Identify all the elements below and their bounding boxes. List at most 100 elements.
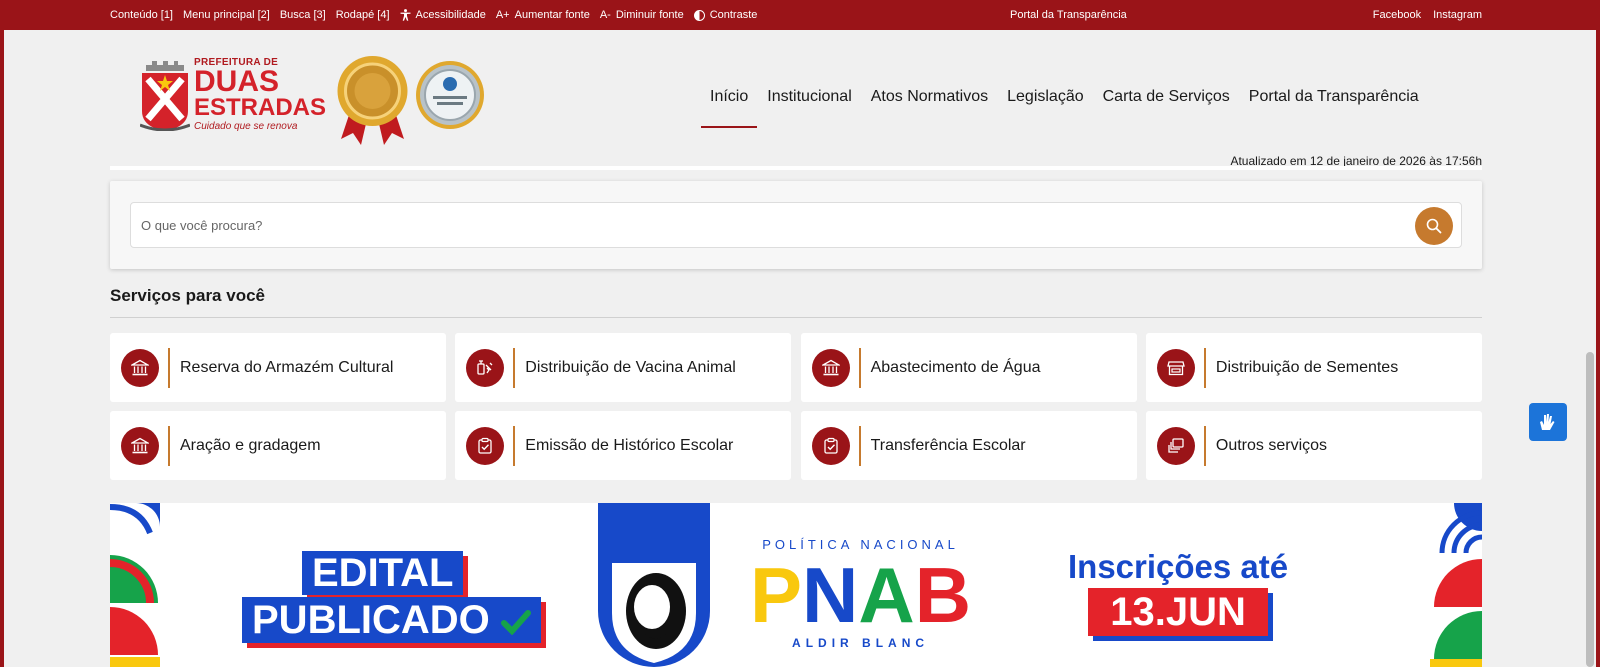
topbar-transparency-link[interactable]: Portal da Transparência: [1010, 9, 1127, 21]
social-links: Facebook Instagram: [1373, 9, 1482, 21]
service-abastecimento-agua[interactable]: Abastecimento de Água: [800, 333, 1137, 402]
decrease-font-label: Diminuir fonte: [615, 9, 684, 21]
logo-line-3: ESTRADAS: [194, 94, 327, 121]
service-label: Reserva do Armazém Cultural: [180, 358, 394, 376]
nav-portal-da-transparencia[interactable]: Portal da Transparência: [1249, 88, 1419, 106]
shortcut-links: Conteúdo [1] Menu principal [2] Busca [3…: [110, 9, 757, 21]
service-distribuicao-vacina-animal[interactable]: Distribuição de Vacina Animal: [455, 333, 792, 402]
service-reserva-armazem-cultural[interactable]: Reserva do Armazém Cultural: [110, 333, 446, 402]
checkmark-icon: [500, 610, 531, 636]
clipboard-check-icon: [466, 426, 505, 465]
service-outros-servicos[interactable]: Outros serviços: [1145, 411, 1482, 480]
service-aracao-gradagem[interactable]: Aração e gradagem: [110, 411, 446, 480]
logo-line-2: DUAS: [194, 65, 280, 98]
instagram-link[interactable]: Instagram: [1433, 9, 1482, 21]
logo-tagline: Cuidado que se renova: [194, 121, 298, 132]
banner-decor-left: [110, 503, 160, 667]
banner-inscricoes-date: 13.JUN: [1088, 588, 1268, 636]
store-icon: [1156, 348, 1195, 387]
service-separator: [858, 425, 861, 466]
service-label: Aração e gradagem: [180, 436, 321, 454]
service-separator: [513, 347, 516, 388]
decrease-font-button[interactable]: A- Diminuir fonte: [600, 9, 684, 21]
contrast-button[interactable]: Contraste: [693, 9, 758, 21]
stack-icon: [1156, 426, 1195, 465]
banner-pnab-letter-b: B: [914, 551, 972, 639]
shortcut-search[interactable]: Busca [3]: [280, 9, 326, 21]
service-label: Distribuição de Sementes: [1215, 358, 1399, 376]
scrollbar-thumb[interactable]: [1586, 352, 1594, 667]
shortcut-main-menu[interactable]: Menu principal [2]: [183, 9, 270, 21]
shortcut-footer[interactable]: Rodapé [4]: [336, 9, 390, 21]
nav-inicio[interactable]: Início: [700, 88, 758, 128]
service-separator: [168, 347, 170, 388]
banner-inscricoes: Inscrições até 13.JUN: [1068, 548, 1288, 636]
clipboard-check-icon: [811, 426, 850, 465]
banner-pnab-letter-n: N: [802, 551, 859, 639]
service-label: Abastecimento de Água: [870, 358, 1041, 376]
search-input[interactable]: [141, 203, 1391, 247]
pnab-banner[interactable]: EDITAL PUBLICADO POLÍTICA NACIONAL P N A…: [110, 503, 1482, 667]
banner-pnab-top-text: POLÍTICA NACIONAL: [762, 537, 959, 552]
bank-icon: [121, 426, 159, 465]
bank-icon: [121, 348, 159, 387]
banner-pnab-letter-a: A: [858, 551, 915, 639]
increase-font-button[interactable]: A+ Aumentar fonte: [496, 9, 590, 21]
banner-edital-publicado: EDITAL PUBLICADO: [242, 551, 541, 643]
sign-language-hands-icon: [1540, 414, 1555, 430]
gold-award-seal-icon: [337, 56, 408, 145]
city-crest-icon: [140, 61, 190, 131]
nav-carta-de-servicos[interactable]: Carta de Serviços: [1103, 88, 1230, 106]
accessibility-label: Acessibilidade: [415, 9, 486, 21]
shortcut-content[interactable]: Conteúdo [1]: [110, 9, 173, 21]
service-label: Distribuição de Vacina Animal: [525, 358, 736, 376]
accessibility-bar: Conteúdo [1] Menu principal [2] Busca [3…: [0, 0, 1600, 30]
banner-inscricoes-line1: Inscrições até: [1068, 548, 1289, 585]
services-divider: [110, 317, 1482, 318]
banner-edital-line1: EDITAL: [302, 551, 464, 595]
nav-legislacao[interactable]: Legislação: [1007, 88, 1084, 106]
search-panel: [110, 181, 1482, 269]
window-border-right: [1596, 30, 1600, 667]
prefeitura-logo[interactable]: PREFEITURA DE DUAS ESTRADAS Cuidado que …: [140, 55, 326, 135]
bank-icon: [811, 348, 850, 387]
service-label: Transferência Escolar: [870, 436, 1026, 454]
search-icon: [1426, 218, 1442, 234]
service-distribuicao-sementes[interactable]: Distribuição de Sementes: [1145, 333, 1482, 402]
window-border-left: [0, 30, 4, 667]
accessibility-person-icon: [400, 9, 411, 21]
aldir-blanc-portrait-emblem: [598, 503, 710, 667]
increase-font-label: Aumentar fonte: [514, 9, 590, 21]
banner-pnab-word: P N A B: [750, 556, 971, 634]
service-transferencia-escolar[interactable]: Transferência Escolar: [800, 411, 1137, 480]
service-separator: [1203, 347, 1206, 388]
nav-atos-normativos[interactable]: Atos Normativos: [871, 88, 988, 106]
service-separator: [858, 347, 861, 388]
main-navigation: Início Institucional Atos Normativos Leg…: [700, 88, 1419, 128]
nav-institucional[interactable]: Institucional: [767, 88, 852, 106]
service-separator: [513, 425, 516, 466]
search-box: [130, 202, 1462, 248]
header-divider: [110, 166, 1482, 170]
decrease-font-icon: A-: [599, 9, 611, 21]
service-label: Emissão de Histórico Escolar: [525, 436, 734, 454]
banner-decor-right: [1430, 503, 1482, 667]
contrast-label: Contraste: [709, 9, 758, 21]
increase-font-icon: A+: [495, 9, 510, 21]
services-section-title: Serviços para você: [110, 286, 265, 305]
banner-pnab-letter-p: P: [750, 551, 803, 639]
banner-edital-line2: PUBLICADO: [242, 597, 541, 643]
search-button[interactable]: [1415, 207, 1453, 245]
vaccine-icon: [466, 348, 505, 387]
services-grid: Reserva do Armazém Cultural Distribuição…: [110, 333, 1482, 480]
silver-transparency-seal-icon: [416, 61, 484, 129]
facebook-link[interactable]: Facebook: [1373, 9, 1421, 21]
accessibility-link[interactable]: Acessibilidade: [400, 9, 486, 21]
service-label: Outros serviços: [1215, 436, 1328, 454]
service-emissao-historico-escolar[interactable]: Emissão de Histórico Escolar: [455, 411, 792, 480]
contrast-icon: [693, 9, 705, 21]
service-separator: [168, 425, 170, 466]
banner-pnab-logo: POLÍTICA NACIONAL P N A B ALDIR BLANC: [750, 537, 971, 650]
banner-edital-line2-text: PUBLICADO: [252, 598, 490, 642]
vlibras-widget-button[interactable]: [1529, 403, 1567, 441]
